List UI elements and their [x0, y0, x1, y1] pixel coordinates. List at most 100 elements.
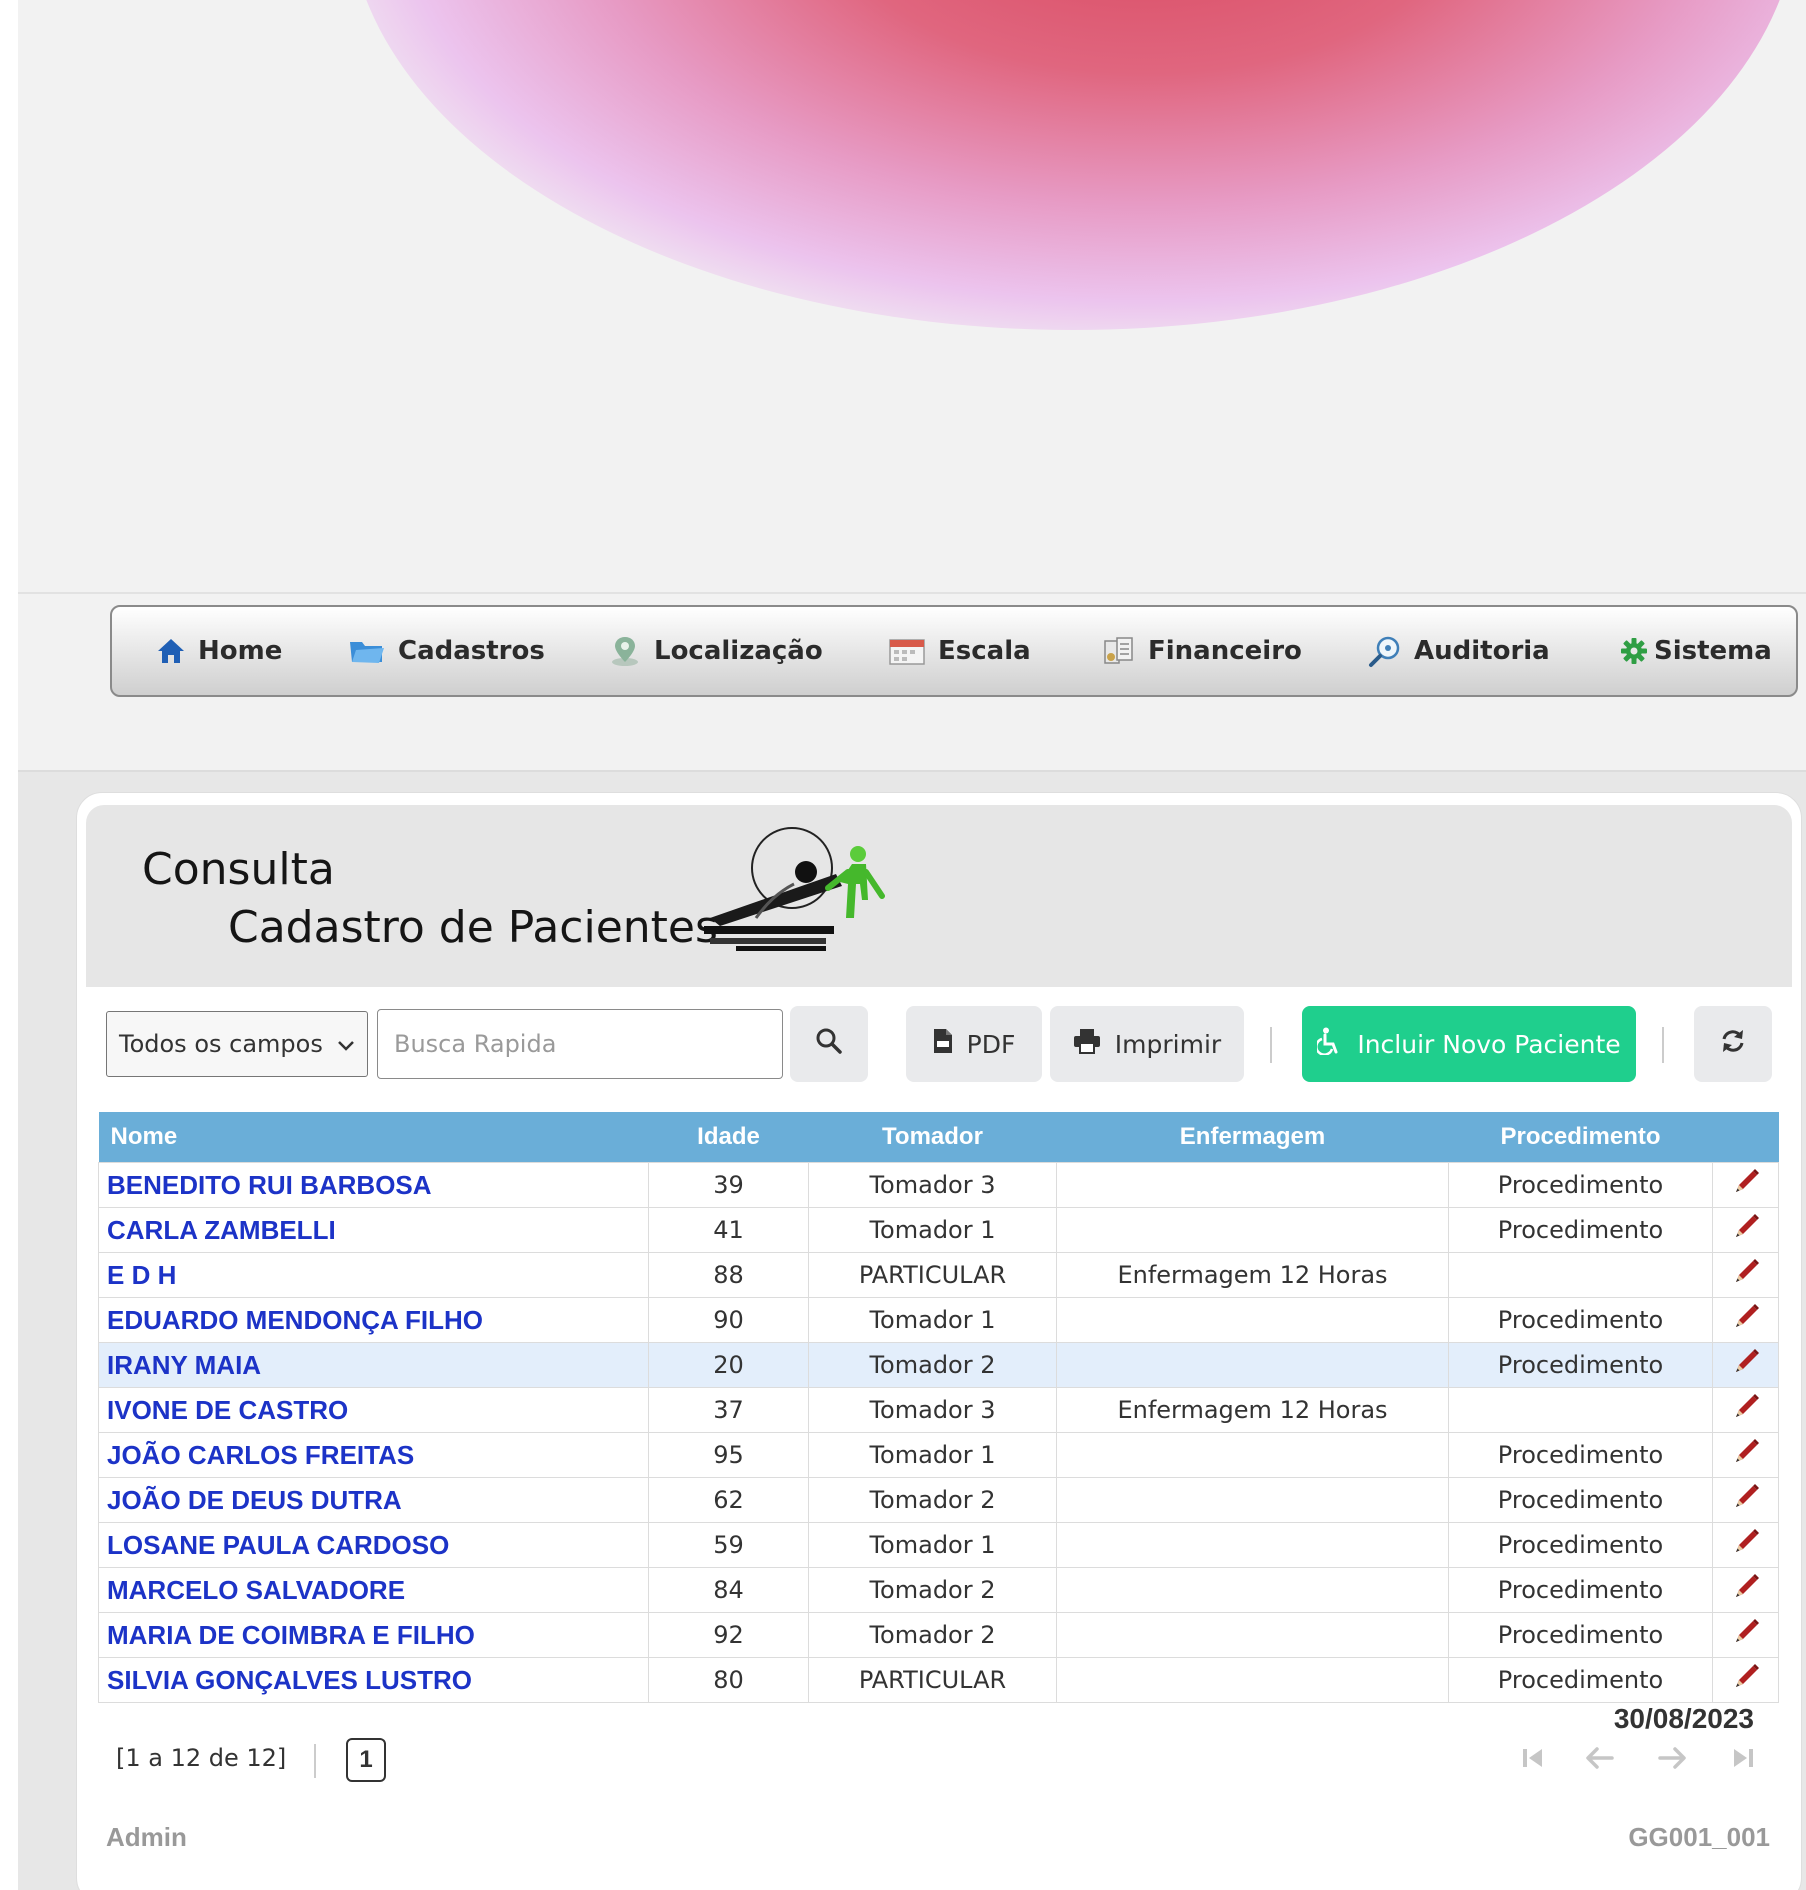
nav-home[interactable]: Home [156, 607, 282, 695]
refresh-button[interactable] [1694, 1006, 1772, 1082]
edit-button[interactable] [1712, 1657, 1779, 1703]
patient-procedimento: Procedimento [1448, 1522, 1713, 1568]
patient-name-link[interactable]: BENEDITO RUI BARBOSA [98, 1162, 649, 1208]
search-field-select[interactable]: Todos os campos [106, 1011, 368, 1077]
nav-sistema[interactable]: Sistema [1620, 607, 1772, 695]
add-patient-button-label: Incluir Novo Paciente [1357, 1029, 1621, 1059]
patient-name-link[interactable]: CARLA ZAMBELLI [98, 1207, 649, 1253]
column-header-procedimento[interactable]: Procedimento [1448, 1112, 1713, 1163]
nav-auditoria[interactable]: Auditoria [1368, 607, 1550, 695]
add-patient-button[interactable]: Incluir Novo Paciente [1302, 1006, 1636, 1082]
patient-name-link[interactable]: MARCELO SALVADORE [98, 1567, 649, 1613]
page-button-1[interactable]: 1 [346, 1738, 386, 1782]
nav-cadastros[interactable]: Cadastros [348, 607, 545, 695]
edit-button[interactable] [1712, 1387, 1779, 1433]
table-row[interactable]: JOÃO DE DEUS DUTRA 62 Tomador 2 Procediment… [98, 1477, 1779, 1523]
patient-name-link[interactable]: JOÃO DE DEUS DUTRA [98, 1477, 649, 1523]
table-row[interactable]: MARIA DE COIMBRA E FILHO 92 Tomador 2 Proce… [98, 1612, 1779, 1658]
patient-name-link[interactable]: IRANY MAIA [98, 1342, 649, 1388]
nav-label: Localização [654, 636, 823, 666]
patient-tomador: Tomador 3 [808, 1162, 1057, 1208]
table-row[interactable]: MARCELO SALVADORE 84 Tomador 2 Procedimento [98, 1567, 1779, 1613]
edit-button[interactable] [1712, 1612, 1779, 1658]
app-canvas: Home Cadastros Localização Escala Financ… [0, 0, 1806, 1890]
patient-enfermagem [1056, 1432, 1449, 1478]
pencil-icon [1731, 1437, 1761, 1473]
patient-age: 88 [648, 1252, 809, 1298]
main-menu: Home Cadastros Localização Escala Financ… [110, 605, 1798, 697]
edit-button[interactable] [1712, 1477, 1779, 1523]
patient-enfermagem [1056, 1342, 1449, 1388]
edit-button[interactable] [1712, 1432, 1779, 1478]
pencil-icon [1731, 1347, 1761, 1383]
patient-age: 80 [648, 1657, 809, 1703]
patient-name-link[interactable]: SILVIA GONÇALVES LUSTRO [98, 1657, 649, 1703]
edit-button[interactable] [1712, 1252, 1779, 1298]
patient-age: 20 [648, 1342, 809, 1388]
magnifier-icon [1368, 634, 1402, 668]
patient-enfermagem [1056, 1612, 1449, 1658]
table-row[interactable]: CARLA ZAMBELLI 41 Tomador 1 Procedimento [98, 1207, 1779, 1253]
column-header-enfermagem[interactable]: Enfermagem [1056, 1112, 1449, 1163]
search-button[interactable] [790, 1006, 868, 1082]
previous-page-icon[interactable] [1584, 1744, 1616, 1777]
patient-procedimento [1448, 1387, 1713, 1433]
edit-button[interactable] [1712, 1522, 1779, 1568]
edit-button[interactable] [1712, 1567, 1779, 1613]
column-header-nome[interactable]: Nome [98, 1112, 649, 1163]
logged-user: Admin [106, 1822, 187, 1852]
edit-button[interactable] [1712, 1297, 1779, 1343]
patient-tomador: Tomador 1 [808, 1522, 1057, 1568]
pdf-button[interactable]: PDF [906, 1006, 1042, 1082]
last-page-icon[interactable] [1730, 1744, 1756, 1777]
table-row[interactable]: EDUARDO MENDONÇA FILHO 90 Tomador 1 Procedi… [98, 1297, 1779, 1343]
patient-name-link[interactable]: IVONE DE CASTRO [98, 1387, 649, 1433]
patient-age: 84 [648, 1567, 809, 1613]
location-pin-icon [608, 634, 642, 668]
gear-icon [1620, 637, 1648, 665]
first-page-icon[interactable] [1520, 1744, 1546, 1777]
table-header-row: Nome Idade Tomador Enfermagem Procedimen… [98, 1112, 1779, 1163]
column-header-idade[interactable]: Idade [648, 1112, 809, 1163]
current-date: 30/08/2023 [1613, 1703, 1754, 1734]
search-icon [815, 1027, 843, 1061]
patient-name-link[interactable]: MARIA DE COIMBRA E FILHO [98, 1612, 649, 1658]
wheelchair-icon [1315, 1027, 1341, 1061]
patient-name-link[interactable]: E D H [98, 1252, 649, 1298]
patient-procedimento: Procedimento [1448, 1162, 1713, 1208]
nav-escala[interactable]: Escala [888, 607, 1031, 695]
print-button[interactable]: Imprimir [1050, 1006, 1244, 1082]
next-page-icon[interactable] [1656, 1744, 1688, 1777]
table-row[interactable]: JOÃO CARLOS FREITAS 95 Tomador 1 Procedimen… [98, 1432, 1779, 1478]
patient-enfermagem [1056, 1477, 1449, 1523]
nav-localizacao[interactable]: Localização [608, 607, 823, 695]
search-input[interactable] [377, 1009, 783, 1079]
column-header-actions [1712, 1112, 1779, 1163]
edit-button[interactable] [1712, 1162, 1779, 1208]
table-row[interactable]: SILVIA GONÇALVES LUSTRO 80 PARTICULAR Proce… [98, 1657, 1779, 1703]
page-subtitle: Cadastro de Pacientes [228, 902, 718, 953]
column-header-tomador[interactable]: Tomador [808, 1112, 1057, 1163]
pencil-icon [1731, 1167, 1761, 1203]
left-strip [0, 82, 18, 1890]
patient-bed-logo-icon [696, 822, 886, 961]
table-row[interactable]: IRANY MAIA 20 Tomador 2 Procedimento [98, 1342, 1779, 1388]
nav-label: Home [198, 636, 283, 666]
table-row[interactable]: IVONE DE CASTRO 37 Tomador 3 Enfermagem 12 … [98, 1387, 1779, 1433]
patient-name-link[interactable]: EDUARDO MENDONÇA FILHO [98, 1297, 649, 1343]
table-body: BENEDITO RUI BARBOSA 39 Tomador 3 Procedime… [98, 1162, 1779, 1703]
nav-financeiro[interactable]: Financeiro [1102, 607, 1302, 695]
pencil-icon [1731, 1257, 1761, 1293]
table-row[interactable]: LOSANE PAULA CARDOSO 59 Tomador 1 Procedime… [98, 1522, 1779, 1568]
edit-button[interactable] [1712, 1207, 1779, 1253]
patient-procedimento: Procedimento [1448, 1567, 1713, 1613]
patient-enfermagem [1056, 1207, 1449, 1253]
patient-name-link[interactable]: JOÃO CARLOS FREITAS [98, 1432, 649, 1478]
table-row[interactable]: E D H 88 PARTICULAR Enfermagem 12 Horas [98, 1252, 1779, 1298]
search-field-select-value: Todos os campos [119, 1030, 323, 1058]
table-row[interactable]: BENEDITO RUI BARBOSA 39 Tomador 3 Procedime… [98, 1162, 1779, 1208]
patient-name-link[interactable]: LOSANE PAULA CARDOSO [98, 1522, 649, 1568]
patient-enfermagem [1056, 1522, 1449, 1568]
pagination-separator [314, 1744, 316, 1778]
edit-button[interactable] [1712, 1342, 1779, 1388]
